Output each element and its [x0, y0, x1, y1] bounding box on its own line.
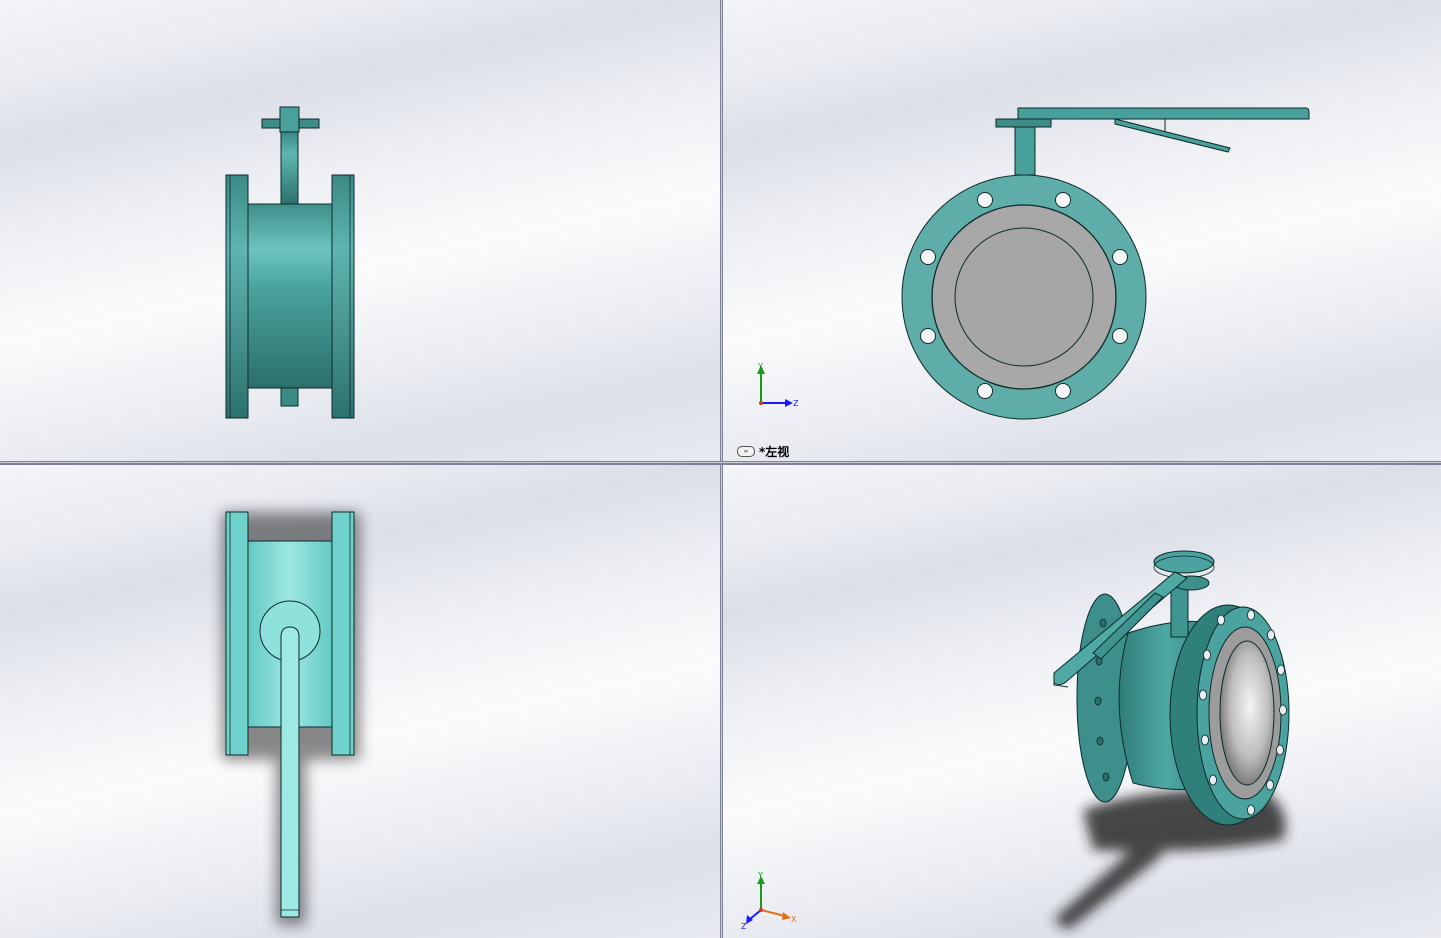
lever-handle	[1017, 107, 1310, 120]
stem	[280, 131, 299, 205]
bottom-stem	[280, 385, 299, 407]
triad-y-label: Y	[757, 871, 763, 880]
view-name-label[interactable]: ∞ *左视	[737, 443, 789, 459]
left-flange	[225, 174, 249, 419]
lever-trigger	[1114, 118, 1231, 153]
triad-z-label: Z	[741, 922, 747, 930]
viewport-top-left[interactable]	[0, 0, 720, 461]
link-views-icon[interactable]: ∞	[737, 445, 755, 457]
viewport-bottom-right[interactable]: Y X Z	[723, 465, 1441, 938]
valve-side-view[interactable]	[0, 0, 720, 461]
bore	[1219, 640, 1275, 786]
left-flange	[225, 511, 249, 756]
viewport-splitter-horizontal[interactable]	[0, 461, 1441, 465]
triad-x-label: X	[791, 915, 797, 924]
triad-z-label: Z	[793, 399, 799, 408]
valve-front-view[interactable]	[723, 0, 1441, 461]
viewport-bottom-left[interactable]	[0, 465, 720, 938]
lever-handle	[280, 626, 300, 918]
triad-y-label: Y	[757, 362, 763, 371]
viewport-splitter-vertical[interactable]	[720, 0, 723, 938]
view-name-text: *左视	[759, 444, 790, 459]
seat-inner	[954, 227, 1094, 367]
stem-cap	[1153, 550, 1215, 574]
valve-body	[246, 203, 334, 389]
right-flange	[331, 174, 355, 419]
viewport-top-right[interactable]: Y Z ∞ *左视	[723, 0, 1441, 461]
stem-collar	[279, 106, 300, 133]
valve-top-view[interactable]	[0, 465, 720, 938]
top-plate	[995, 118, 1052, 128]
coordinate-triad-icon-iso: Y X Z	[741, 871, 797, 930]
valve-isometric-view[interactable]	[723, 465, 1441, 938]
coordinate-triad-icon: Y Z	[757, 362, 799, 408]
right-flange	[331, 511, 355, 756]
stem	[1014, 126, 1036, 176]
